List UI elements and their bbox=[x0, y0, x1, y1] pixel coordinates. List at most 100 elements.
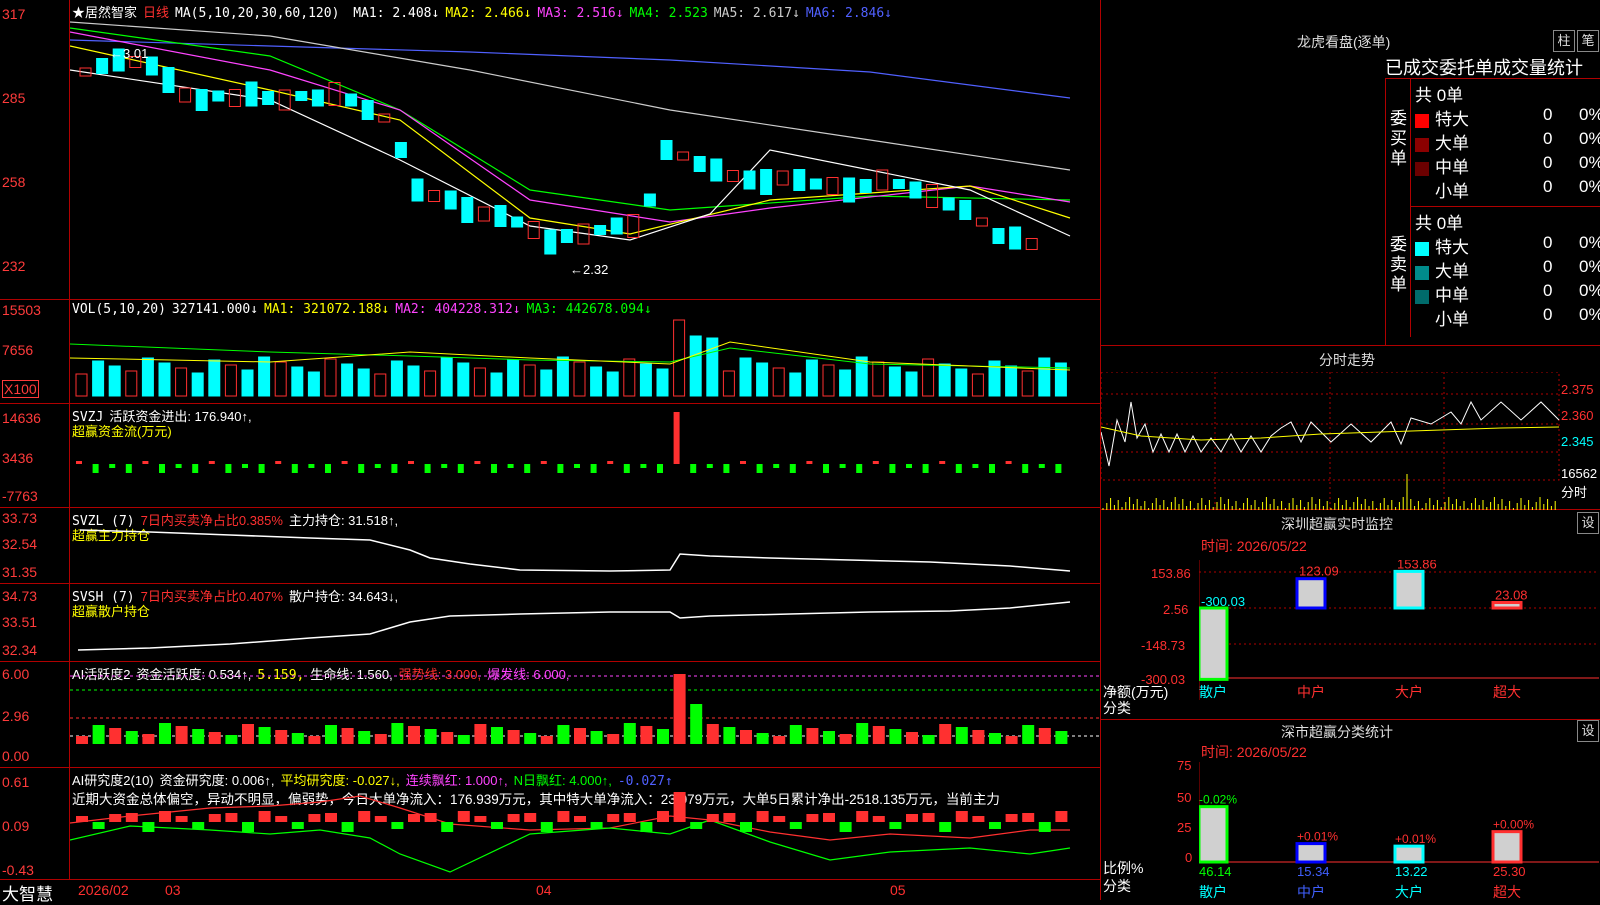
ai-activity-bar bbox=[109, 728, 122, 744]
candle bbox=[96, 58, 109, 74]
volume-bar bbox=[473, 367, 486, 397]
ratio-bar bbox=[1199, 805, 1229, 864]
ai-research-bar bbox=[823, 813, 835, 822]
ai-research-bar bbox=[872, 816, 885, 822]
ai-activity-bar bbox=[258, 727, 271, 744]
ai-activity-bar bbox=[623, 723, 636, 744]
svzj-bar bbox=[507, 464, 514, 468]
ai-activity-bar bbox=[242, 724, 254, 744]
volume-pane[interactable]: 15503 7656 X100 VOL(5,10,20) 327141.000↓ M… bbox=[0, 300, 1100, 404]
ai-research-bar bbox=[723, 813, 736, 822]
svzj-bar bbox=[325, 464, 331, 473]
svzj-bar bbox=[922, 464, 929, 473]
ai-activity-bar bbox=[524, 733, 537, 744]
sz-realtime-panel[interactable]: 深圳超赢实时监控 设 时间: 2026/05/22 153.86 2.56 -1… bbox=[1100, 510, 1600, 720]
svzj-pane[interactable]: 14636 3436 -7763 SVZJ 活跃资金进出: 176.940↑, 超… bbox=[0, 404, 1100, 508]
ratio-bar bbox=[1393, 844, 1425, 864]
category-label: 中户 bbox=[1297, 684, 1325, 700]
longhu-panel[interactable]: 龙虎看盘(逐单) 柱 笔 已成交委托单成交量统计 委买单 共 0单 特大00%大… bbox=[1100, 0, 1600, 346]
sz-class-settings-button[interactable]: 设 bbox=[1577, 720, 1599, 742]
ai-activity-bar bbox=[76, 736, 88, 744]
net-amount-label: 23.08 bbox=[1495, 588, 1528, 603]
ai-research-bar bbox=[574, 816, 586, 822]
color-swatch bbox=[1415, 265, 1429, 280]
sz-realtime-settings-button[interactable]: 设 bbox=[1577, 512, 1599, 534]
ai-activity-bar bbox=[839, 734, 852, 744]
volume-bar bbox=[490, 372, 503, 397]
ai-research-bar bbox=[1038, 822, 1051, 832]
ai-activity-bar bbox=[906, 732, 918, 744]
volume-bar bbox=[1038, 357, 1051, 397]
ratio-change-label: -0.02% bbox=[1199, 793, 1237, 807]
candle bbox=[643, 193, 656, 207]
ai-activity-bar bbox=[142, 734, 155, 744]
candle bbox=[726, 170, 739, 182]
candle bbox=[262, 91, 275, 105]
ai-research-bar bbox=[491, 822, 503, 829]
svzj-bar bbox=[872, 461, 879, 464]
candle bbox=[411, 178, 424, 202]
ai-activity-pane[interactable]: 6.00 2.96 0.00 AI活跃度2 资金活跃度: 0.534↑, 5.159… bbox=[0, 662, 1100, 768]
ai-research-bar bbox=[889, 822, 902, 829]
ai-activity-bar bbox=[291, 733, 304, 744]
svzj-bar bbox=[889, 464, 896, 473]
candle bbox=[892, 179, 905, 189]
candle bbox=[859, 179, 872, 193]
ratio-value-label: 15.34 bbox=[1297, 864, 1330, 879]
intraday-title: 分时走势 bbox=[1319, 352, 1375, 368]
ai-activity-bar bbox=[507, 730, 520, 744]
volume-bar bbox=[540, 369, 553, 397]
candle bbox=[975, 217, 988, 227]
net-amount-bar bbox=[1295, 577, 1327, 610]
ai-activity-bar bbox=[341, 728, 354, 744]
color-swatch bbox=[1415, 289, 1429, 304]
sz-realtime-title: 深圳超赢实时监控 bbox=[1281, 516, 1393, 532]
ai-research-bar bbox=[906, 814, 918, 822]
order-row: 中单 0 0% bbox=[1415, 281, 1600, 305]
volume-bar bbox=[440, 357, 453, 397]
volume-bar bbox=[507, 359, 520, 397]
kline-canvas bbox=[70, 21, 1071, 255]
category-label: 大户 bbox=[1395, 684, 1423, 700]
ai-research-bar bbox=[175, 816, 188, 822]
svzj-bar bbox=[706, 464, 713, 468]
bar-mode-button[interactable]: 柱 bbox=[1553, 30, 1575, 52]
ai-activity-bar bbox=[723, 727, 736, 744]
volume-bar bbox=[1021, 370, 1034, 397]
ai-research-bar bbox=[955, 811, 968, 822]
svzj-bar bbox=[906, 464, 912, 468]
volume-bar bbox=[125, 370, 138, 397]
tick-mode-button[interactable]: 笔 bbox=[1577, 30, 1599, 52]
kline-pane[interactable]: 317 285 258 232 ★居然智家 日线 MA(5,10,20,30,60,… bbox=[0, 0, 1100, 300]
candle bbox=[693, 156, 706, 172]
volume-bar bbox=[291, 366, 304, 397]
svzl-pane[interactable]: 33.73 32.54 31.35 SVZL (7) 7日内买卖净占比0.385%… bbox=[0, 508, 1100, 584]
sz-class-title: 深市超赢分类统计 bbox=[1281, 724, 1393, 740]
svsh-pane[interactable]: 34.73 33.51 32.34 SVSH (7) 7日内买卖净占比0.407%… bbox=[0, 584, 1100, 662]
volume-bar bbox=[756, 362, 769, 397]
y-tick: 7656 bbox=[2, 342, 34, 358]
order-type: 特大 bbox=[1435, 238, 1469, 257]
sz-class-panel[interactable]: 深市超赢分类统计 设 时间: 2026/05/22 75 50 25 0 比例%… bbox=[1100, 720, 1600, 900]
ai-research-pane[interactable]: 0.61 0.09 -0.43 AI研究度2(10) 资金研究度: 0.006↑,… bbox=[0, 768, 1100, 880]
ai-activity-bar bbox=[175, 726, 188, 744]
intraday-panel[interactable]: 分时走势 2.375 2.360 2.345 16562 分时 bbox=[1100, 346, 1600, 510]
y-tick: 232 bbox=[2, 258, 26, 274]
svzj-bar bbox=[125, 464, 132, 473]
ai-research-bar bbox=[408, 814, 420, 822]
svzj-bar bbox=[989, 464, 995, 473]
ai-activity-bar bbox=[325, 725, 337, 744]
ai-research-bar bbox=[92, 822, 105, 829]
ai-research-bar bbox=[341, 822, 354, 832]
category-label: 散户 bbox=[1199, 684, 1227, 700]
candle bbox=[776, 170, 789, 186]
candle bbox=[544, 229, 557, 255]
svzj-bar bbox=[142, 461, 149, 464]
y-tick: 258 bbox=[2, 174, 26, 190]
candle bbox=[162, 67, 175, 93]
volume-bar bbox=[623, 358, 636, 397]
order-percent: 0% bbox=[1579, 305, 1600, 324]
order-count: 0 bbox=[1543, 233, 1553, 252]
volume-bar bbox=[407, 365, 420, 397]
svzj-bar bbox=[524, 464, 531, 473]
